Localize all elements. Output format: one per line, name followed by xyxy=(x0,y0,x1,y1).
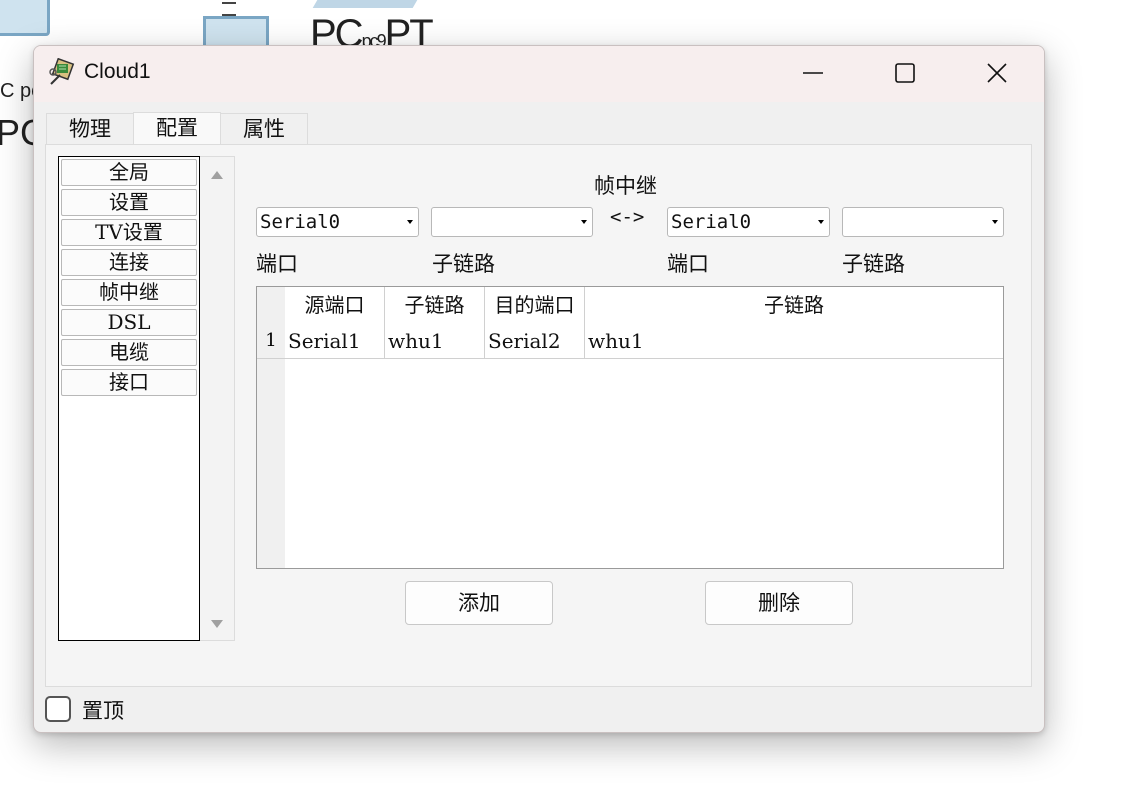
delete-button[interactable]: 删除 xyxy=(705,581,853,625)
window-title: Cloud1 xyxy=(84,60,151,83)
bidirectional-connector: <-> xyxy=(610,206,645,228)
minimize-button[interactable] xyxy=(768,48,858,98)
workspace-pc-icon[interactable] xyxy=(0,0,50,36)
nav-item-tv-settings[interactable]: TV设置 xyxy=(61,219,197,246)
chevron-down-icon xyxy=(581,220,587,224)
left-port-value: Serial0 xyxy=(260,211,341,233)
table-cell-dest-port[interactable]: Serial2 xyxy=(485,323,585,359)
right-sublink-select[interactable] xyxy=(842,207,1004,237)
pin-on-top-label: 置顶 xyxy=(82,699,124,723)
scroll-down-icon[interactable] xyxy=(211,620,223,628)
maximize-button[interactable] xyxy=(860,48,950,98)
table-cell-source-sublink[interactable]: whu1 xyxy=(385,323,485,359)
row-number[interactable]: 1 xyxy=(257,323,285,359)
left-sublink-select[interactable] xyxy=(431,207,593,237)
column-header-dest-sublink[interactable]: 子链路 xyxy=(585,287,1003,323)
column-header-source-sublink[interactable]: 子链路 xyxy=(385,287,485,323)
workspace-device-icon[interactable] xyxy=(312,0,418,8)
config-nav-list: 全局 设置 TV设置 连接 帧中继 DSL 电缆 接口 xyxy=(58,156,200,641)
tab-bar: 物理 配置 属性 xyxy=(46,112,308,145)
column-header-source-port[interactable]: 源端口 xyxy=(285,287,385,323)
nav-item-frame-relay[interactable]: 帧中继 xyxy=(61,279,197,306)
scroll-up-icon[interactable] xyxy=(211,171,223,179)
right-port-label: 端口 xyxy=(667,252,709,276)
nav-item-settings[interactable]: 设置 xyxy=(61,189,197,216)
nav-item-dsl[interactable]: DSL xyxy=(61,309,197,336)
column-header-dest-port[interactable]: 目的端口 xyxy=(485,287,585,323)
minimize-icon xyxy=(803,72,823,74)
right-port-value: Serial0 xyxy=(671,211,752,233)
close-icon xyxy=(987,63,1007,83)
close-button[interactable] xyxy=(952,48,1042,98)
tab-attributes[interactable]: 属性 xyxy=(220,113,308,144)
left-sublink-label: 子链路 xyxy=(432,252,495,276)
workspace-pc-icon-detail xyxy=(222,2,236,16)
section-title: 帧中继 xyxy=(594,174,657,198)
frame-relay-table: 源端口 子链路 目的端口 子链路 1 Serial1 whu1 Serial2 … xyxy=(256,286,1004,569)
nav-item-global[interactable]: 全局 xyxy=(61,159,197,186)
chevron-down-icon xyxy=(992,220,998,224)
pin-on-top-checkbox[interactable] xyxy=(45,696,71,722)
table-cell-dest-sublink[interactable]: whu1 xyxy=(585,323,1003,359)
title-bar[interactable]: Cloud1 xyxy=(34,46,1044,102)
maximize-icon xyxy=(895,63,915,83)
left-port-label: 端口 xyxy=(256,252,298,276)
cloud-app-icon xyxy=(49,58,75,85)
chevron-down-icon xyxy=(407,220,413,224)
right-port-select[interactable]: Serial0 xyxy=(667,207,830,237)
nav-item-cable[interactable]: 电缆 xyxy=(61,339,197,366)
add-button[interactable]: 添加 xyxy=(405,581,553,625)
tab-physical[interactable]: 物理 xyxy=(46,113,134,144)
cloud-config-window: Cloud1 物理 配置 属性 全局 设置 TV设置 连接 帧中继 DSL 电缆… xyxy=(33,45,1045,733)
right-sublink-label: 子链路 xyxy=(842,252,905,276)
nav-item-interface[interactable]: 接口 xyxy=(61,369,197,396)
nav-scrollbar[interactable] xyxy=(200,156,235,641)
left-port-select[interactable]: Serial0 xyxy=(256,207,419,237)
table-cell-source-port[interactable]: Serial1 xyxy=(285,323,385,359)
table-row-divider xyxy=(257,358,1003,359)
chevron-down-icon xyxy=(818,220,824,224)
tab-config[interactable]: 配置 xyxy=(133,112,221,145)
nav-item-connections[interactable]: 连接 xyxy=(61,249,197,276)
